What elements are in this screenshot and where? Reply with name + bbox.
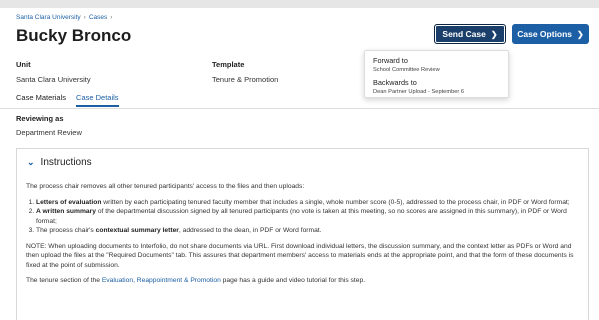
evaluation-page-link[interactable]: Evaluation, Reappointment & Promotion xyxy=(102,277,221,284)
template-label: Template xyxy=(212,60,245,69)
top-strip xyxy=(0,0,599,8)
instructions-footer: The tenure section of the Evaluation, Re… xyxy=(26,276,582,286)
send-case-label: Send Case xyxy=(442,29,486,39)
list-item-text: The process chair's xyxy=(36,227,96,235)
instructions-body: The process chair removes all other tenu… xyxy=(26,182,582,292)
list-item-text: , addressed to the dean, in PDF or Word … xyxy=(178,227,322,235)
footer-text: The tenure section of the xyxy=(26,277,102,285)
case-options-label: Case Options xyxy=(517,29,573,39)
instructions-heading: Instructions xyxy=(40,157,92,168)
instructions-list: Letters of evaluation written by each pa… xyxy=(26,198,582,236)
chevron-down-icon: ❯ xyxy=(577,29,584,39)
chevron-down-icon: ❯ xyxy=(490,29,498,39)
case-page: Santa Clara University › Cases › Bucky Bron… xyxy=(0,8,599,320)
instructions-note: NOTE: When uploading documents to Interf… xyxy=(26,242,574,269)
list-item-text: of the departmental discussion signed by… xyxy=(36,208,567,225)
list-item-bold: Letters of evaluation xyxy=(36,198,102,206)
menu-item-forward[interactable]: Forward to School Committee Review xyxy=(373,56,440,73)
template-value: Tenure & Promotion xyxy=(212,75,279,84)
unit-label: Unit xyxy=(16,60,31,69)
list-item: The process chair's contextual summary l… xyxy=(36,226,582,236)
case-options-button[interactable]: Case Options ❯ xyxy=(512,24,589,44)
reviewing-as: Reviewing as Department Review xyxy=(16,114,82,137)
unit-value: Santa Clara University xyxy=(16,75,91,84)
list-item-bold: A written summary xyxy=(36,208,96,216)
tab-case-details[interactable]: Case Details xyxy=(76,93,119,107)
reviewing-value: Department Review xyxy=(16,128,82,137)
instructions-intro: The process chair removes all other tenu… xyxy=(26,183,305,190)
menu-item-label: Backwards to xyxy=(373,78,417,87)
list-item-bold: contextual summary letter xyxy=(95,227,179,235)
page-title: Bucky Bronco xyxy=(16,26,132,45)
send-case-menu: Forward to School Committee Review Backw… xyxy=(364,50,509,98)
menu-item-sublabel: Dean Partner Upload - September 6 xyxy=(373,89,465,95)
list-item: Letters of evaluation written by each pa… xyxy=(36,198,582,208)
breadcrumb-separator: › xyxy=(110,14,113,21)
template-field: Template Tenure & Promotion xyxy=(212,60,278,84)
footer-text: page has a guide and video tutorial for … xyxy=(220,277,366,285)
breadcrumb-item-university[interactable]: Santa Clara University xyxy=(16,14,81,21)
breadcrumb: Santa Clara University › Cases › xyxy=(16,14,115,21)
breadcrumb-separator: › xyxy=(83,14,86,21)
menu-item-backwards[interactable]: Backwards to Dean Partner Upload - Septe… xyxy=(373,78,464,95)
list-item-text: written by each participating tenured fa… xyxy=(101,198,570,206)
breadcrumb-item-cases[interactable]: Cases xyxy=(89,14,107,21)
tab-case-materials[interactable]: Case Materials xyxy=(16,93,66,107)
instructions-toggle[interactable]: ⌄ Instructions xyxy=(27,157,92,168)
list-item: A written summary of the departmental di… xyxy=(36,207,582,226)
tabs-divider xyxy=(0,108,599,109)
send-case-button[interactable]: Send Case ❯ xyxy=(434,24,506,44)
menu-item-label: Forward to xyxy=(373,56,408,65)
unit-field: Unit Santa Clara University xyxy=(16,60,91,84)
instructions-panel: ⌄ Instructions The process chair removes… xyxy=(16,148,589,320)
menu-item-sublabel: School Committee Review xyxy=(373,67,440,73)
reviewing-label: Reviewing as xyxy=(16,114,64,123)
case-tabs: Case Materials Case Details xyxy=(16,93,119,107)
chevron-down-icon: ⌄ xyxy=(27,157,35,167)
